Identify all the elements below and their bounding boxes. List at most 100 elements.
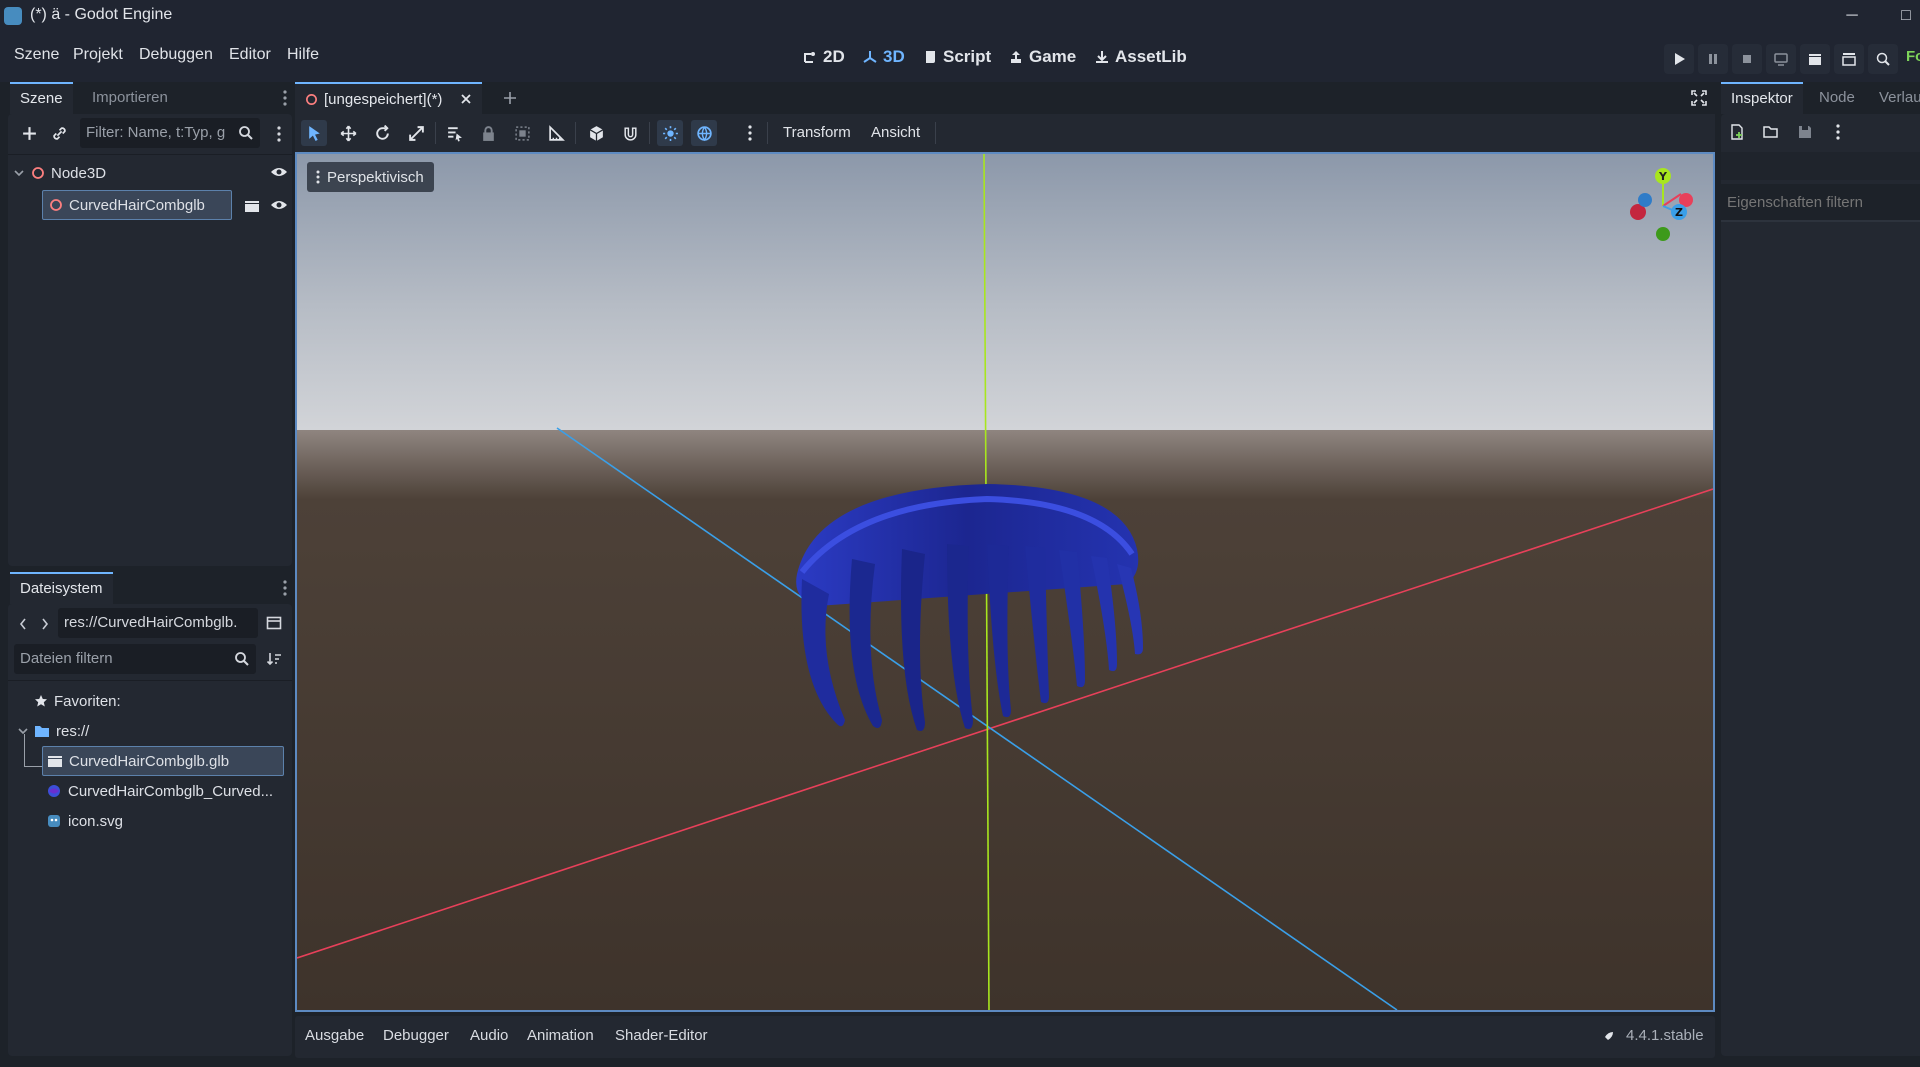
instantiate-scene-button[interactable]: [46, 120, 72, 146]
move-icon: [340, 125, 356, 141]
maximize-button[interactable]: □: [1892, 4, 1920, 28]
workspace-3d-tab[interactable]: 3D: [862, 44, 905, 70]
scene-filter-input[interactable]: [86, 118, 226, 148]
filesystem-path-field[interactable]: res://CurvedHairCombglb.: [58, 608, 258, 638]
tab-shader-editor[interactable]: Shader-Editor: [615, 1027, 708, 1044]
scene-filter-field[interactable]: [80, 118, 260, 148]
open-folder-icon[interactable]: [1763, 124, 1779, 140]
search-icon: [235, 652, 249, 666]
preview-sun-button[interactable]: [657, 120, 683, 146]
tab-inspektor[interactable]: Inspektor: [1721, 82, 1803, 114]
run-current-scene-button[interactable]: [1800, 44, 1830, 74]
menu-dots-icon: [316, 170, 320, 184]
minimize-button[interactable]: ─: [1838, 4, 1866, 28]
3d-viewport[interactable]: Y Z Perspektivisch: [295, 152, 1715, 1012]
file-filter-field[interactable]: [14, 644, 256, 674]
file-row-icon-svg[interactable]: icon.svg: [46, 806, 286, 836]
view-menu[interactable]: Ansicht: [871, 124, 920, 141]
local-space-button[interactable]: [583, 120, 609, 146]
rotate-mode-button[interactable]: [369, 120, 395, 146]
chevron-down-icon[interactable]: [14, 168, 24, 178]
tree-node-curvedhaircombglb[interactable]: CurvedHairCombglb: [42, 190, 232, 220]
ruler-button[interactable]: [543, 120, 569, 146]
menu-editor[interactable]: Editor: [229, 46, 271, 64]
movie-maker-button[interactable]: [1868, 44, 1898, 74]
transform-menu[interactable]: Transform: [783, 124, 851, 141]
tab-importieren[interactable]: Importieren: [82, 82, 178, 114]
sort-icon[interactable]: [266, 651, 282, 667]
run-custom-scene-button[interactable]: [1834, 44, 1864, 74]
scene-options-icon[interactable]: [274, 124, 284, 144]
tab-node[interactable]: Node: [1809, 82, 1865, 114]
snap-button[interactable]: [617, 120, 643, 146]
perspective-menu-button[interactable]: Perspektivisch: [307, 162, 434, 192]
file-filter-input[interactable]: [20, 644, 220, 674]
tab-verlauf[interactable]: Verlau: [1869, 82, 1920, 114]
tree-node-node3d[interactable]: Node3D: [14, 158, 290, 188]
visibility-eye-icon[interactable]: [270, 198, 288, 212]
file-name: CurvedHairCombglb.glb: [69, 752, 230, 770]
workspace-assetlib-tab[interactable]: AssetLib: [1094, 44, 1187, 70]
inspector-more-icon[interactable]: [1833, 122, 1843, 142]
gizmo-neg-z-icon[interactable]: [1638, 193, 1652, 207]
new-scene-tab-plus-icon[interactable]: [503, 91, 517, 105]
new-resource-icon[interactable]: [1729, 124, 1745, 140]
scale-mode-button[interactable]: [403, 120, 429, 146]
dock-menu-icon[interactable]: [280, 88, 290, 108]
scene-dock-tabbar: Szene Importieren: [8, 82, 292, 114]
folder-icon: [35, 726, 49, 737]
file-row-material[interactable]: CurvedHairCombglb_Curved...: [46, 776, 286, 806]
viewport-scene[interactable]: Y Z: [297, 154, 1713, 1010]
file-row-glb[interactable]: CurvedHairCombglb.glb: [42, 746, 284, 776]
tab-debugger[interactable]: Debugger: [383, 1027, 449, 1044]
globe-icon: [696, 125, 712, 141]
preview-environment-button[interactable]: [691, 120, 717, 146]
update-spinner-icon[interactable]: [1600, 1029, 1616, 1045]
toolbar-more-icon[interactable]: [745, 123, 755, 143]
tab-dateisystem[interactable]: Dateisystem: [10, 572, 113, 604]
chevron-down-icon[interactable]: [18, 726, 28, 736]
distraction-free-fullscreen-icon[interactable]: [1691, 90, 1707, 106]
chevron-left-icon[interactable]: [18, 617, 28, 631]
gizmo-neg-y-icon[interactable]: [1656, 227, 1670, 241]
clapperboard-icon: [1809, 54, 1821, 65]
tab-szene[interactable]: Szene: [10, 82, 73, 114]
filesystem-dock: res://CurvedHairCombglb. Favoriten: res:…: [8, 604, 292, 1056]
menu-hilfe[interactable]: Hilfe: [287, 46, 319, 64]
menu-debuggen[interactable]: Debuggen: [139, 46, 213, 64]
add-node-button[interactable]: [16, 120, 42, 146]
scene-tab-unsaved[interactable]: [ungespeichert](*): [295, 82, 483, 114]
move-mode-button[interactable]: [335, 120, 361, 146]
menu-projekt[interactable]: Projekt: [73, 46, 123, 64]
workspace-script-tab[interactable]: Script: [922, 44, 991, 70]
favorites-row[interactable]: Favoriten:: [34, 686, 121, 716]
close-icon[interactable]: [460, 93, 472, 105]
open-in-editor-clapperboard-icon[interactable]: [244, 199, 260, 213]
visibility-eye-icon[interactable]: [270, 165, 288, 179]
tab-animation[interactable]: Animation: [527, 1027, 594, 1044]
group-button[interactable]: [509, 120, 535, 146]
property-filter-field[interactable]: [1721, 184, 1920, 220]
workspace-2d-tab[interactable]: 2D: [802, 44, 845, 70]
remote-debug-button[interactable]: [1766, 44, 1796, 74]
stop-button[interactable]: [1732, 44, 1762, 74]
scale-icon: [408, 125, 424, 141]
workspace-game-tab[interactable]: Game: [1008, 44, 1076, 70]
play-icon: [1675, 53, 1685, 65]
split-view-icon[interactable]: [266, 615, 282, 631]
select-mode-button[interactable]: [301, 120, 327, 146]
list-select-button[interactable]: [441, 120, 467, 146]
run-project-button[interactable]: [1664, 44, 1694, 74]
dock-menu-icon[interactable]: [280, 578, 290, 598]
tab-audio[interactable]: Audio: [470, 1027, 508, 1044]
lock-button[interactable]: [475, 120, 501, 146]
chevron-right-icon[interactable]: [40, 617, 50, 631]
version-label[interactable]: 4.4.1.stable: [1626, 1027, 1704, 1044]
tab-ausgabe[interactable]: Ausgabe: [305, 1027, 364, 1044]
renderer-label[interactable]: Fo: [1906, 48, 1920, 65]
res-root-row[interactable]: res://: [18, 716, 89, 746]
pause-button[interactable]: [1698, 44, 1728, 74]
save-icon[interactable]: [1797, 124, 1813, 140]
menu-szene[interactable]: Szene: [14, 46, 59, 64]
property-filter-input[interactable]: [1727, 187, 1913, 217]
